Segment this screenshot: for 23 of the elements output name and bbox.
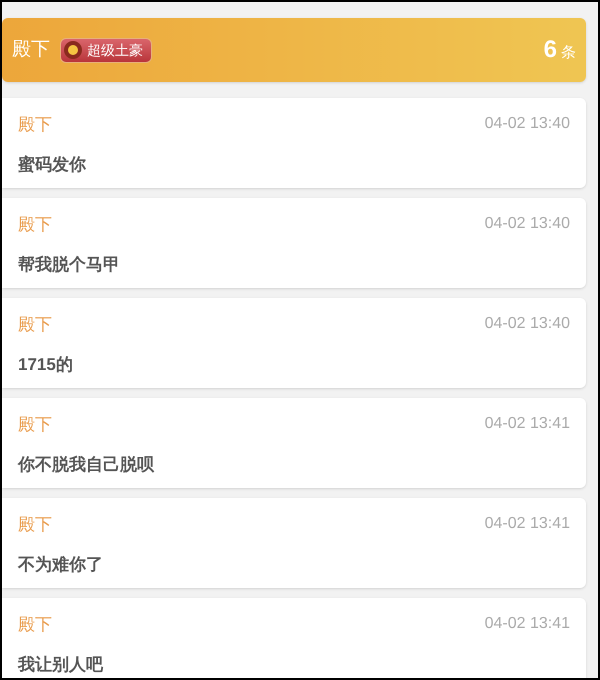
sender-name: 殿下 [18,514,52,536]
message-time: 04-02 13:40 [484,314,570,334]
message-time: 04-02 13:41 [484,414,570,434]
message-text: 蜜码发你 [18,154,87,176]
message-time: 04-02 13:41 [484,614,570,634]
count-unit: 条 [561,43,576,63]
message-time: 04-02 13:40 [484,214,570,234]
sender-name: 殿下 [18,214,52,236]
coin-icon [63,40,83,60]
message-text: 不为难你了 [18,554,104,576]
message-text: 帮我脱个马甲 [18,254,121,276]
message-text: 1715的 [18,354,74,376]
sender-name: 殿下 [18,614,52,636]
message-count: 6 [544,35,557,65]
sender-name: 殿下 [18,414,52,436]
sender-name: 殿下 [18,314,52,336]
message-time: 04-02 13:40 [484,114,570,134]
sender-name: 殿下 [18,114,52,136]
rank-badge: 超级土豪 [60,38,152,62]
message-text: 我让别人吧 [18,654,104,676]
message-text: 你不脱我自己脱呗 [18,454,156,476]
user-name: 殿下 [12,38,50,62]
message-time: 04-02 13:41 [484,514,570,534]
